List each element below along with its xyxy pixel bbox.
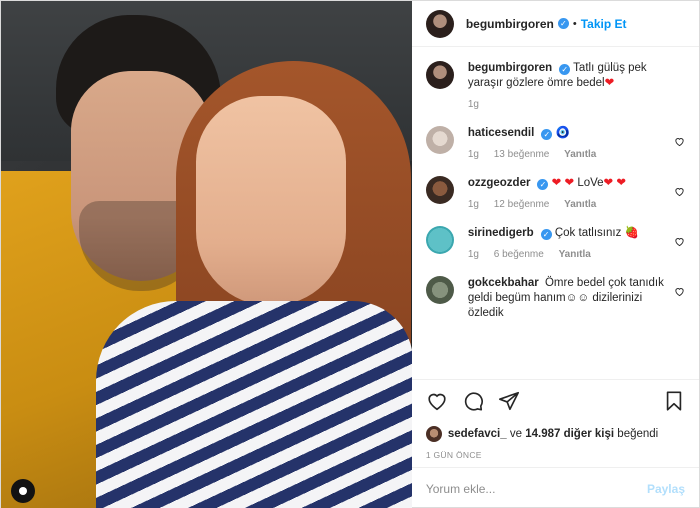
- caption: begumbirgoren ✓ Tatlı gülüş pek yaraşır g…: [425, 61, 685, 110]
- comment-item: haticesendil ✓ 🧿 1g 13 beğenme Yanıtla: [425, 126, 685, 160]
- comment-time: 1g: [467, 199, 479, 210]
- caption-username[interactable]: begumbirgoren: [468, 62, 552, 74]
- like-comment-heart-icon[interactable]: [674, 286, 685, 297]
- commenter-username[interactable]: haticesendil: [468, 127, 534, 139]
- like-comment-heart-icon[interactable]: [674, 136, 685, 147]
- like-comment-heart-icon[interactable]: [674, 236, 685, 247]
- commenter-avatar[interactable]: [425, 276, 454, 304]
- comment-icon[interactable]: [462, 390, 484, 412]
- action-bar: [411, 379, 699, 421]
- post-sidebar: begumbirgoren ✓ • Takip Et begumbirgoren…: [411, 1, 699, 508]
- commenter-username[interactable]: sirinedigerb: [468, 227, 534, 239]
- post-photo[interactable]: [1, 1, 412, 508]
- commenter-username[interactable]: gokcekbahar: [468, 277, 539, 289]
- follow-button[interactable]: Takip Et: [581, 17, 627, 31]
- comment-input[interactable]: [425, 481, 647, 496]
- bookmark-icon[interactable]: [663, 390, 685, 412]
- post-date: 1 GÜN ÖNCE: [425, 450, 482, 460]
- caption-avatar[interactable]: [425, 61, 454, 89]
- reply-button[interactable]: Yanıtla: [564, 199, 596, 210]
- heart-icon[interactable]: [426, 390, 448, 412]
- commenter-avatar[interactable]: [425, 126, 454, 154]
- comment-item: sirinedigerb ✓ Çok tatlısınız 🍓 1g 6 beğe…: [425, 226, 685, 260]
- likes-summary: sedefavci_ ve 14.987 diğer kişi beğendi: [412, 421, 699, 447]
- verified-icon: ✓: [557, 18, 569, 29]
- reply-button[interactable]: Yanıtla: [564, 149, 596, 160]
- liker-username[interactable]: sedefavci_: [448, 428, 507, 440]
- commenter-avatar[interactable]: [425, 226, 454, 254]
- commenter-username[interactable]: ozzgeozder: [468, 177, 531, 189]
- verified-icon: ✓: [541, 129, 553, 140]
- photo-woman-face: [196, 96, 346, 306]
- comment-likes[interactable]: 6 beğenme: [494, 249, 544, 260]
- comment-time: 1g: [467, 149, 479, 160]
- likes-count-link[interactable]: 14.987 diğer kişi: [525, 428, 614, 440]
- author-avatar[interactable]: [425, 9, 454, 38]
- comments-list[interactable]: begumbirgoren ✓ Tatlı gülüş pek yaraşır g…: [412, 47, 699, 379]
- heart-emoji: ❤: [604, 77, 615, 89]
- header-separator: •: [572, 17, 577, 30]
- verified-icon: ✓: [537, 179, 549, 190]
- comment-likes[interactable]: 12 beğenme: [494, 199, 550, 210]
- add-comment-bar: Paylaş: [411, 467, 699, 508]
- heart-emoji: ❤ ❤: [551, 177, 575, 189]
- comment-item: gokcekbahar Ömre bedel çok tanıdık geldi…: [425, 276, 685, 321]
- commenter-avatar[interactable]: [425, 176, 454, 204]
- heart-emoji: ❤ ❤: [603, 177, 627, 189]
- verified-icon: ✓: [540, 229, 552, 240]
- comment-text: 🧿: [555, 127, 570, 139]
- reply-button[interactable]: Yanıtla: [559, 249, 591, 260]
- instagram-post: begumbirgoren ✓ • Takip Et begumbirgoren…: [0, 0, 700, 508]
- liker-avatar[interactable]: [425, 426, 442, 442]
- verified-icon: ✓: [559, 64, 571, 75]
- photo-striped-sweater: [96, 301, 412, 508]
- comment-text: Çok tatlısınız 🍓: [554, 227, 639, 239]
- tagged-users-icon[interactable]: [11, 479, 35, 503]
- post-comment-button[interactable]: Paylaş: [647, 482, 685, 496]
- likes-suffix: beğendi: [617, 428, 659, 440]
- comment-likes[interactable]: 13 beğenme: [494, 149, 550, 160]
- comment-time: 1g: [467, 249, 479, 260]
- post-header: begumbirgoren ✓ • Takip Et: [411, 1, 699, 47]
- author-username[interactable]: begumbirgoren: [466, 17, 554, 31]
- share-icon[interactable]: [498, 390, 520, 412]
- likes-connector: ve: [509, 428, 523, 440]
- like-comment-heart-icon[interactable]: [674, 186, 685, 197]
- comment-text: LoVe: [574, 177, 604, 189]
- comment-item: ozzgeozder ✓ ❤ ❤ LoVe❤ ❤ 1g 12 beğenme Ya…: [425, 176, 685, 210]
- caption-time: 1g: [467, 99, 479, 110]
